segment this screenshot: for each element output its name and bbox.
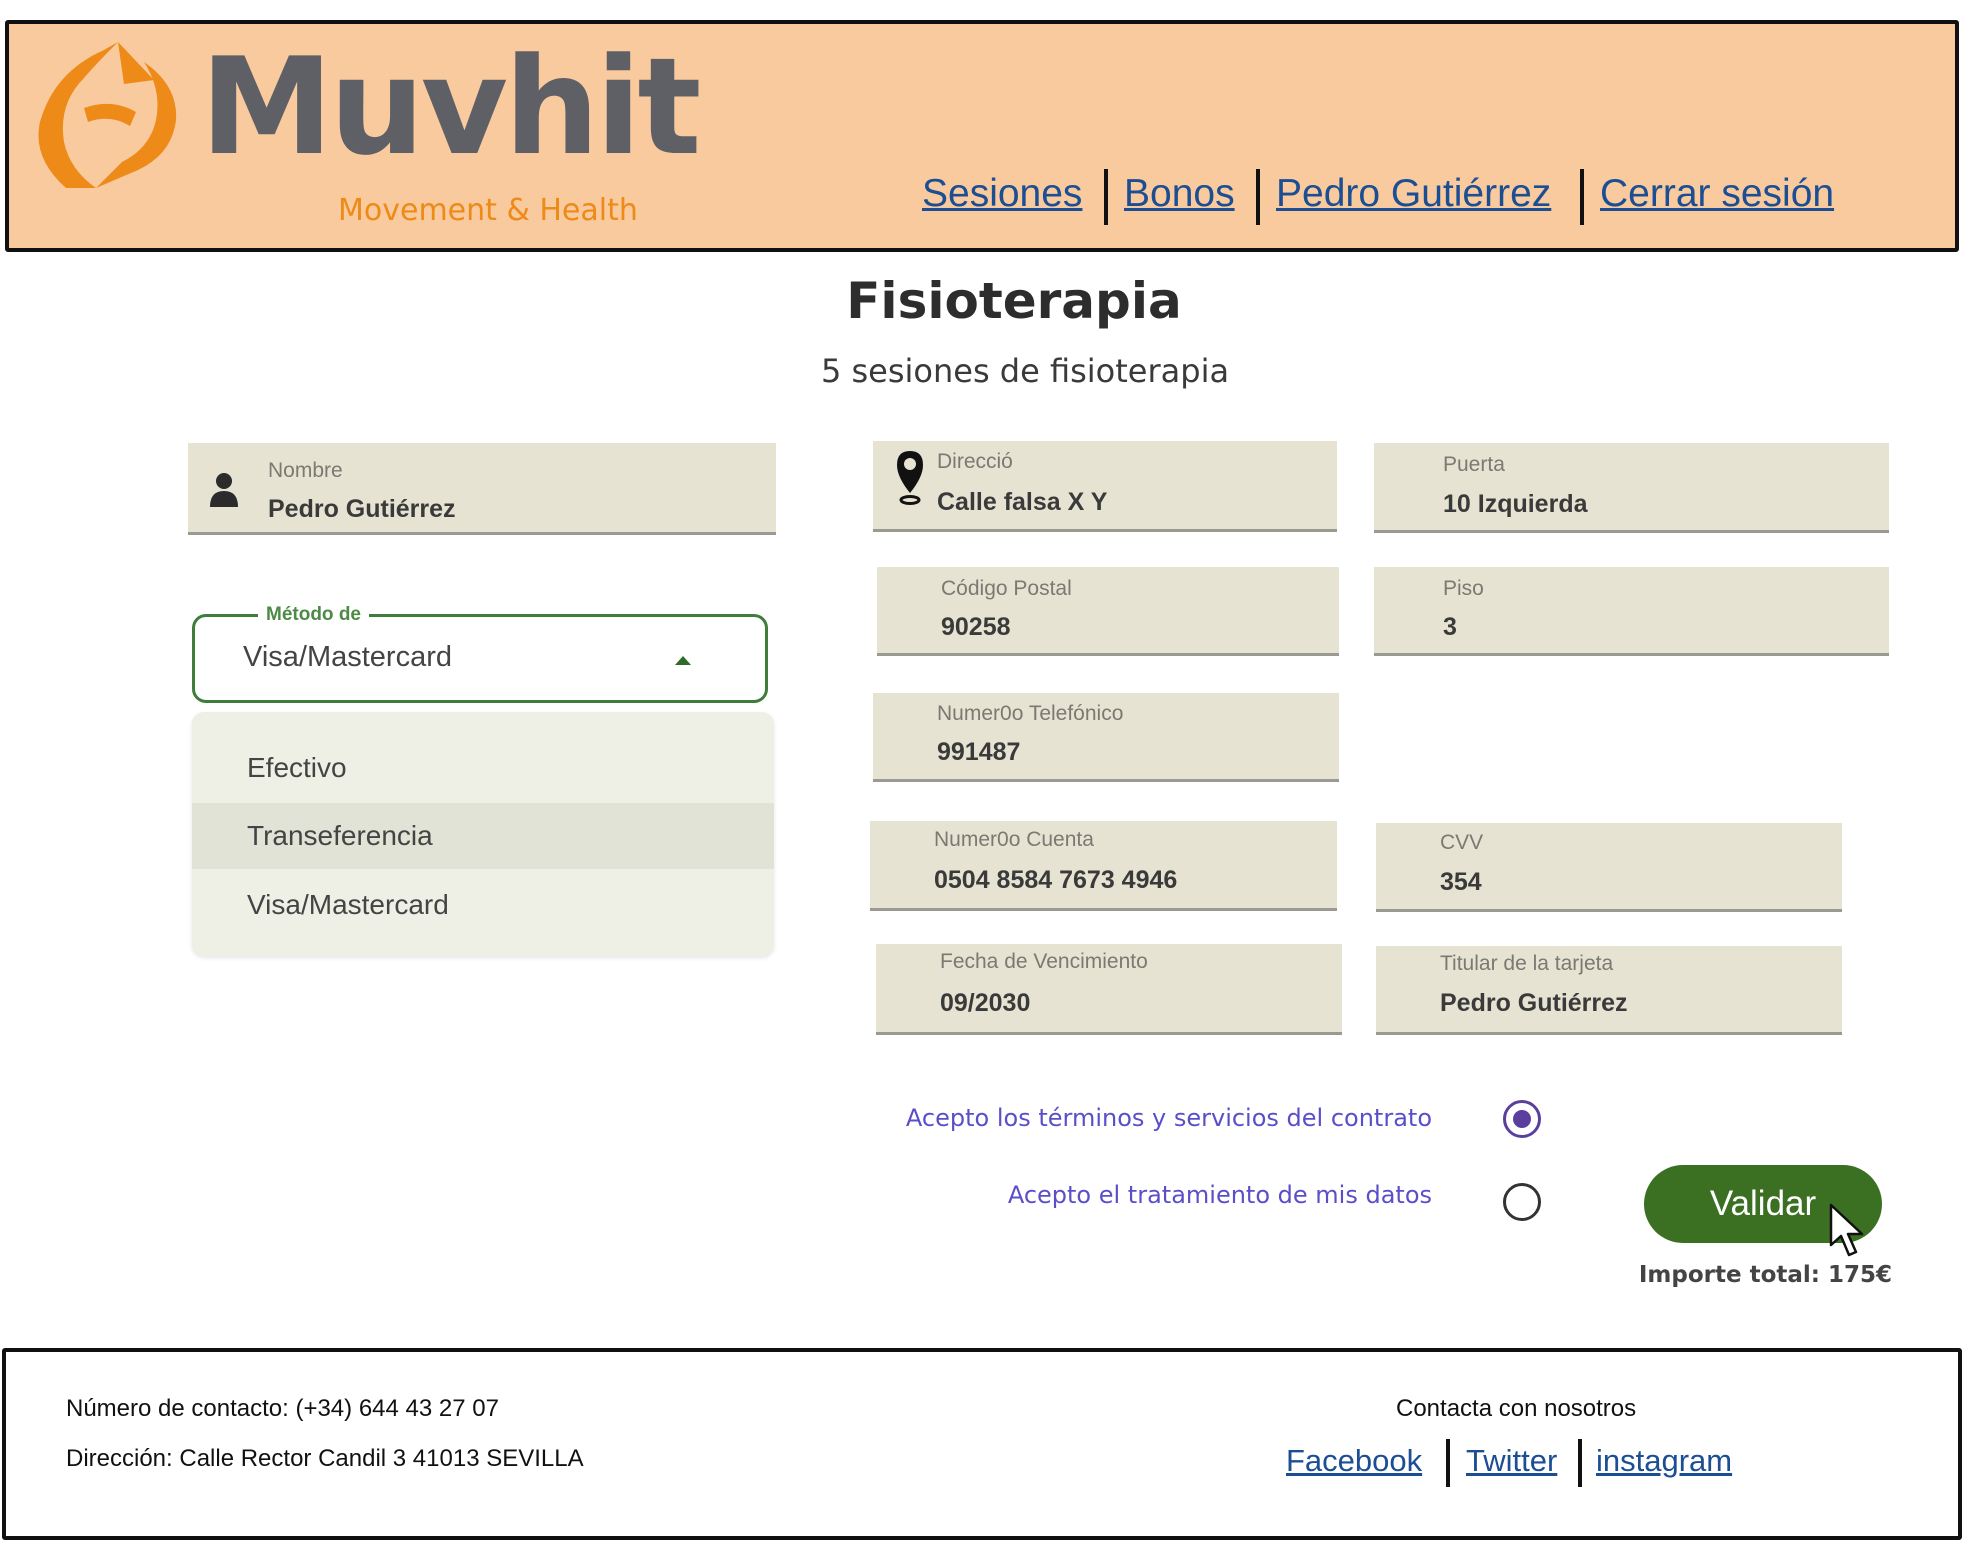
page-subtitle: 5 sesiones de fisioterapia (820, 352, 1230, 390)
payment-method-options: Efectivo Transeferencia Visa/Mastercard (192, 712, 774, 956)
mouse-cursor-icon (1829, 1203, 1864, 1257)
phone-value: 991487 (937, 738, 1021, 766)
nav-sesiones[interactable]: Sesiones (922, 172, 1082, 216)
phone-field[interactable]: Numer0o Telefónico 991487 (873, 693, 1339, 782)
data-consent-radio[interactable] (1503, 1183, 1541, 1221)
nav-bonos[interactable]: Bonos (1124, 172, 1235, 216)
payment-method-value: Visa/Mastercard (243, 641, 452, 673)
footer-divider (1446, 1439, 1450, 1487)
logo-swirl-icon (38, 42, 177, 188)
address-field[interactable]: Direcció Calle falsa X Y (873, 441, 1337, 532)
cardholder-field[interactable]: Titular de la tarjeta Pedro Gutiérrez (1376, 946, 1842, 1035)
option-visa-mastercard[interactable]: Visa/Mastercard (192, 872, 774, 938)
nav-divider (1580, 169, 1584, 225)
nav-user-profile[interactable]: Pedro Gutiérrez (1276, 172, 1551, 216)
expiry-date-value: 09/2030 (940, 989, 1031, 1017)
cardholder-label: Titular de la tarjeta (1440, 952, 1614, 975)
name-value: Pedro Gutiérrez (268, 495, 456, 523)
terms-consent-label: Acepto los términos y servicios del cont… (905, 1104, 1432, 1132)
cvv-label: CVV (1440, 831, 1484, 854)
cvv-field[interactable]: CVV 354 (1376, 823, 1842, 912)
payment-method-label: Método de (258, 604, 369, 626)
account-number-label: Numer0o Cuenta (934, 828, 1094, 851)
total-amount: Importe total: 175€ (1638, 1262, 1892, 1288)
door-field[interactable]: Puerta 10 Izquierda (1374, 443, 1889, 533)
expiry-date-label: Fecha de Vencimiento (940, 950, 1148, 973)
postal-code-label: Código Postal (941, 577, 1072, 600)
postal-code-field[interactable]: Código Postal 90258 (877, 567, 1339, 656)
data-consent-label: Acepto el tratamiento de mis datos (1007, 1181, 1432, 1209)
twitter-link[interactable]: Twitter (1466, 1443, 1557, 1479)
cvv-value: 354 (1440, 868, 1482, 896)
address-value: Calle falsa X Y (937, 488, 1108, 516)
address-label: Direcció (937, 450, 1013, 473)
expiry-date-field[interactable]: Fecha de Vencimiento 09/2030 (876, 944, 1342, 1035)
door-label: Puerta (1443, 453, 1505, 476)
nav-logout[interactable]: Cerrar sesión (1600, 172, 1834, 216)
logo-wordmark: Muvhit (200, 29, 701, 185)
nav-divider (1104, 169, 1108, 225)
nav-divider (1256, 169, 1260, 225)
instagram-link[interactable]: instagram (1596, 1443, 1732, 1479)
terms-consent-radio[interactable] (1503, 1100, 1541, 1138)
floor-value: 3 (1443, 613, 1457, 641)
logo-tagline: Movement & Health (338, 193, 638, 228)
user-icon (210, 473, 238, 507)
page-title: Fisioterapia (846, 272, 1182, 330)
name-field[interactable]: Nombre Pedro Gutiérrez (188, 443, 776, 535)
map-pin-icon (897, 451, 923, 505)
cardholder-value: Pedro Gutiérrez (1440, 989, 1628, 1017)
name-label: Nombre (268, 459, 343, 482)
account-number-value: 0504 8584 7673 4946 (934, 866, 1178, 894)
account-number-field[interactable]: Numer0o Cuenta 0504 8584 7673 4946 (870, 821, 1337, 911)
option-efectivo[interactable]: Efectivo (192, 735, 774, 801)
postal-code-value: 90258 (941, 613, 1011, 641)
contact-heading: Contacta con nosotros (1396, 1395, 1637, 1422)
floor-label: Piso (1443, 577, 1484, 600)
door-value: 10 Izquierda (1443, 490, 1588, 518)
phone-label: Numer0o Telefónico (937, 702, 1124, 725)
footer-divider (1578, 1439, 1582, 1487)
chevron-up-icon[interactable] (675, 656, 691, 665)
option-transferencia[interactable]: Transeferencia (192, 803, 774, 869)
facebook-link[interactable]: Facebook (1286, 1443, 1422, 1479)
contact-address: Dirección: Calle Rector Candil 3 41013 S… (66, 1445, 584, 1472)
floor-field[interactable]: Piso 3 (1374, 567, 1889, 656)
contact-number: Número de contacto: (+34) 644 43 27 07 (66, 1395, 499, 1422)
